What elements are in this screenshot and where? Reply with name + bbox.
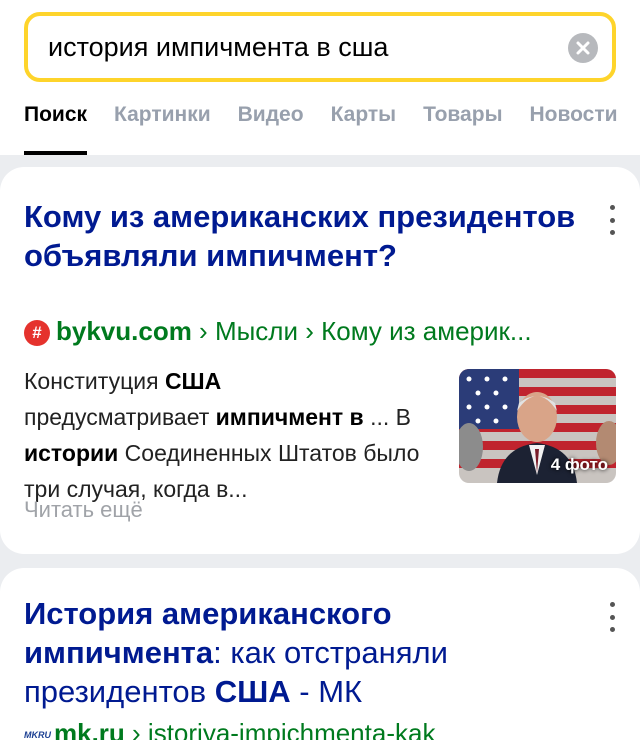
snippet-highlight: США bbox=[164, 368, 222, 394]
breadcrumb-separator: › bbox=[124, 718, 148, 740]
site-favicon-icon: MKRU bbox=[24, 730, 51, 740]
result-title-link[interactable]: История американского импичмента: как от… bbox=[24, 594, 584, 711]
breadcrumb-item[interactable]: Мысли bbox=[215, 316, 298, 346]
result-source[interactable]: # bykvu.com › Мысли › Кому из америк... bbox=[24, 316, 614, 347]
more-dots-icon bbox=[609, 217, 615, 223]
tab-news[interactable]: Новости bbox=[530, 103, 618, 155]
more-dots-icon bbox=[609, 230, 615, 235]
search-result-card: История американского импичмента: как от… bbox=[0, 568, 640, 740]
breadcrumb-separator: › bbox=[297, 316, 322, 346]
more-dots-icon bbox=[609, 602, 615, 607]
breadcrumb-item[interactable]: Кому из америк... bbox=[321, 316, 532, 346]
more-dots-icon bbox=[609, 205, 615, 210]
tab-images[interactable]: Картинки bbox=[114, 103, 211, 155]
more-options-button[interactable] bbox=[606, 205, 618, 235]
breadcrumb-item[interactable]: istoriya-impichmenta-kak bbox=[148, 718, 436, 740]
photo-count-badge: 4 фото bbox=[550, 455, 608, 474]
tab-video[interactable]: Видео bbox=[238, 103, 304, 155]
tab-search[interactable]: Поиск bbox=[24, 103, 88, 155]
snippet-text: предусматривает bbox=[24, 404, 216, 430]
search-query-text[interactable]: история импичмента в сша bbox=[48, 32, 388, 63]
result-thumbnail[interactable]: 4 фото bbox=[459, 369, 616, 483]
result-source[interactable]: MKRU mk.ru › istoriya-impichmenta-kak bbox=[24, 718, 614, 740]
breadcrumb-separator: › bbox=[191, 316, 215, 346]
result-domain[interactable]: mk.ru bbox=[54, 718, 125, 740]
snippet-highlight: импичмент в bbox=[215, 404, 364, 430]
result-domain[interactable]: bykvu.com bbox=[56, 316, 192, 346]
more-dots-icon bbox=[609, 614, 615, 620]
snippet-text: Конституция bbox=[24, 368, 165, 394]
result-snippet: Конституция США предусматривает импичмен… bbox=[24, 363, 434, 507]
search-result-card: Кому из американских президентов объявля… bbox=[0, 167, 640, 554]
more-dots-icon bbox=[609, 627, 615, 632]
read-more-link[interactable]: Читать ещё bbox=[24, 497, 143, 523]
snippet-highlight: истории bbox=[24, 440, 119, 466]
result-title-link[interactable]: Кому из американских президентов объявля… bbox=[24, 197, 584, 275]
title-highlight: США bbox=[214, 674, 291, 709]
site-favicon-icon: # bbox=[24, 320, 50, 346]
snippet-text: ... В bbox=[363, 404, 411, 430]
tab-maps[interactable]: Карты bbox=[331, 103, 397, 155]
search-input[interactable]: история импичмента в сша bbox=[24, 12, 616, 82]
title-text: - МК bbox=[290, 674, 363, 709]
tab-products[interactable]: Товары bbox=[423, 103, 502, 155]
clear-search-button[interactable] bbox=[568, 33, 598, 63]
more-options-button[interactable] bbox=[606, 602, 618, 632]
search-header: история импичмента в сша Поиск Картинки … bbox=[0, 0, 640, 155]
search-tabs: Поиск Картинки Видео Карты Товары Новост… bbox=[24, 103, 640, 155]
close-icon bbox=[576, 41, 590, 55]
